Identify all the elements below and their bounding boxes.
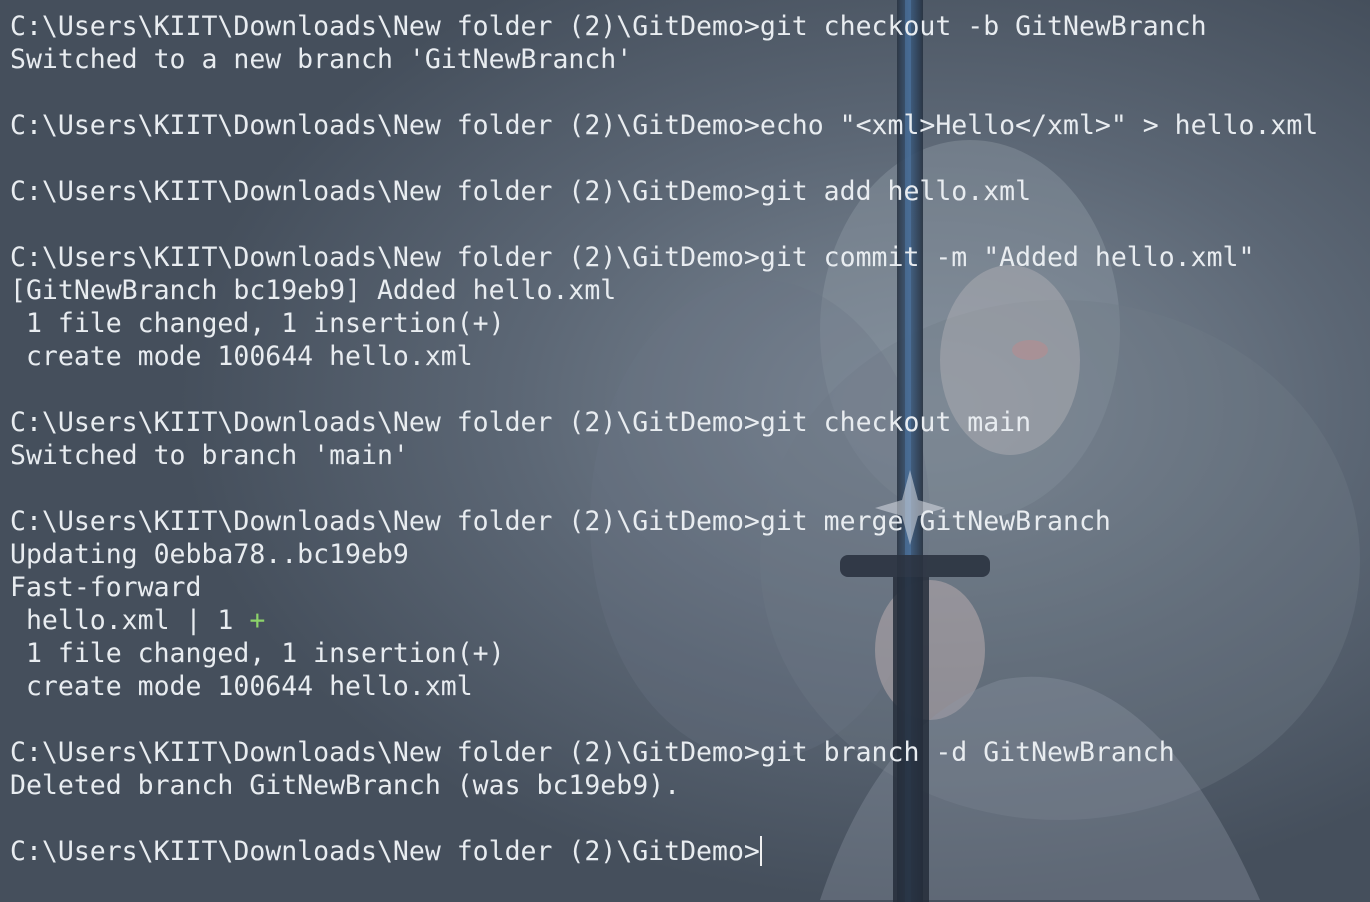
output-text: Fast-forward xyxy=(10,572,202,603)
terminal-output-line: create mode 100644 hello.xml xyxy=(10,670,1360,703)
terminal-output-line: Switched to branch 'main' xyxy=(10,439,1360,472)
terminal-command-line: C:\Users\KIIT\Downloads\New folder (2)\G… xyxy=(10,505,1360,538)
terminal-command-line: C:\Users\KIIT\Downloads\New folder (2)\G… xyxy=(10,736,1360,769)
command-text: git add hello.xml xyxy=(759,176,1032,207)
command-prompt: C:\Users\KIIT\Downloads\New folder (2)\G… xyxy=(10,836,760,867)
terminal-output-line: Updating 0ebba78..bc19eb9 xyxy=(10,538,1360,571)
terminal-output-line: Fast-forward xyxy=(10,571,1360,604)
terminal-command-line: C:\Users\KIIT\Downloads\New folder (2)\G… xyxy=(10,175,1360,208)
terminal-command-line: C:\Users\KIIT\Downloads\New folder (2)\G… xyxy=(10,241,1360,274)
command-prompt: C:\Users\KIIT\Downloads\New folder (2)\G… xyxy=(10,407,760,438)
output-text: create mode 100644 hello.xml xyxy=(10,341,473,372)
terminal-command-line: C:\Users\KIIT\Downloads\New folder (2)\G… xyxy=(10,406,1360,439)
terminal-command-line: C:\Users\KIIT\Downloads\New folder (2)\G… xyxy=(10,109,1360,142)
command-prompt: C:\Users\KIIT\Downloads\New folder (2)\G… xyxy=(10,506,760,537)
output-text: [GitNewBranch bc19eb9] Added hello.xml xyxy=(10,275,617,306)
output-text: Switched to branch 'main' xyxy=(10,440,409,471)
command-prompt: C:\Users\KIIT\Downloads\New folder (2)\G… xyxy=(10,176,760,207)
text-cursor[interactable] xyxy=(759,836,762,866)
command-text: echo "<xml>Hello</xml>" > hello.xml xyxy=(759,110,1319,141)
terminal-output-line: Switched to a new branch 'GitNewBranch' xyxy=(10,43,1360,76)
command-prompt: C:\Users\KIIT\Downloads\New folder (2)\G… xyxy=(10,110,760,141)
terminal-output-line: 1 file changed, 1 insertion(+) xyxy=(10,637,1360,670)
command-prompt: C:\Users\KIIT\Downloads\New folder (2)\G… xyxy=(10,737,760,768)
command-text: git checkout main xyxy=(759,407,1032,438)
terminal-output[interactable]: C:\Users\KIIT\Downloads\New folder (2)\G… xyxy=(10,10,1360,868)
terminal-command-line: C:\Users\KIIT\Downloads\New folder (2)\G… xyxy=(10,10,1360,43)
command-text: git branch -d GitNewBranch xyxy=(759,737,1175,768)
output-text: 1 file changed, 1 insertion(+) xyxy=(10,638,505,669)
command-prompt: C:\Users\KIIT\Downloads\New folder (2)\G… xyxy=(10,11,760,42)
output-text: Updating 0ebba78..bc19eb9 xyxy=(10,539,409,570)
output-text: create mode 100644 hello.xml xyxy=(10,671,473,702)
output-text: Switched to a new branch 'GitNewBranch' xyxy=(10,44,633,75)
diff-insertion-marker: + xyxy=(249,605,266,636)
command-prompt: C:\Users\KIIT\Downloads\New folder (2)\G… xyxy=(10,242,760,273)
command-text: git merge GitNewBranch xyxy=(759,506,1111,537)
terminal-output-line: hello.xml | 1 + xyxy=(10,604,1360,637)
terminal-output-line: 1 file changed, 1 insertion(+) xyxy=(10,307,1360,340)
output-text: Deleted branch GitNewBranch (was bc19eb9… xyxy=(10,770,681,801)
terminal-output-line: create mode 100644 hello.xml xyxy=(10,340,1360,373)
output-text: hello.xml | 1 xyxy=(10,605,250,636)
terminal-command-line: C:\Users\KIIT\Downloads\New folder (2)\G… xyxy=(10,835,1360,868)
command-text: git checkout -b GitNewBranch xyxy=(759,11,1207,42)
terminal-output-line: [GitNewBranch bc19eb9] Added hello.xml xyxy=(10,274,1360,307)
terminal-output-line: Deleted branch GitNewBranch (was bc19eb9… xyxy=(10,769,1360,802)
output-text: 1 file changed, 1 insertion(+) xyxy=(10,308,505,339)
command-text: git commit -m "Added hello.xml" xyxy=(759,242,1255,273)
